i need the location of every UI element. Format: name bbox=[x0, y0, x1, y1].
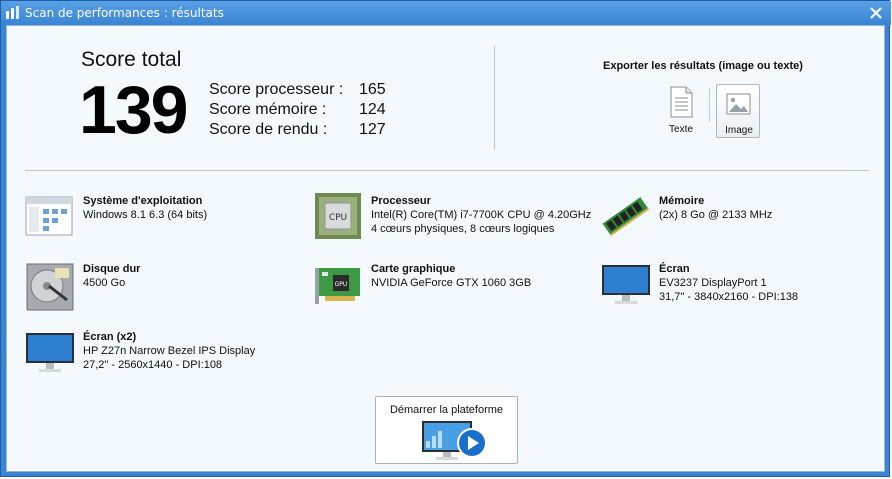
system-info-memory: Mémoire (2x) 8 Go @ 2133 MHz bbox=[601, 194, 871, 250]
score-value: 124 bbox=[359, 101, 386, 118]
score-total-heading: Score total bbox=[81, 48, 182, 71]
score-total-value: 139 bbox=[79, 72, 188, 148]
close-icon[interactable] bbox=[869, 6, 883, 20]
export-image-label: Image bbox=[725, 125, 753, 136]
item-detail: 4 cœurs physiques, 8 cœurs logiques bbox=[371, 223, 555, 235]
text-document-icon bbox=[670, 86, 693, 118]
score-row-processor: Score processeur : 165 bbox=[209, 81, 409, 101]
score-label: Score mémoire : bbox=[209, 101, 327, 118]
horizontal-divider bbox=[25, 170, 869, 171]
system-info-disk: Disque dur 4500 Go bbox=[25, 262, 295, 318]
window-title: Scan de performances : résultats bbox=[25, 6, 224, 20]
gpu-chip-text: GPU bbox=[335, 281, 348, 288]
item-title: Écran bbox=[659, 263, 690, 275]
cpu-icon: CPU bbox=[315, 193, 361, 239]
cpu-chip-text: CPU bbox=[329, 213, 347, 223]
score-label: Score de rendu : bbox=[209, 121, 328, 138]
item-detail: 31,7" - 3840x2160 - DPI:138 bbox=[659, 291, 799, 303]
ram-icon bbox=[602, 197, 649, 236]
item-detail: EV3237 DisplayPort 1 bbox=[659, 277, 767, 289]
vertical-divider bbox=[494, 46, 495, 150]
score-label: Score processeur : bbox=[209, 81, 344, 98]
monitor-play-icon bbox=[422, 421, 487, 460]
item-detail: (2x) 8 Go @ 2133 MHz bbox=[659, 209, 773, 221]
score-row-render: Score de rendu : 127 bbox=[209, 121, 409, 141]
start-platform-button[interactable]: Démarrer la plateforme bbox=[375, 396, 518, 464]
item-title: Carte graphique bbox=[371, 263, 456, 275]
app-window: Scan de performances : résultats Score t… bbox=[0, 0, 891, 477]
image-icon bbox=[726, 93, 751, 115]
item-detail: Intel(R) Core(TM) i7-7700K CPU @ 4.20GHz bbox=[371, 209, 592, 221]
monitor-icon bbox=[602, 265, 650, 304]
item-detail: Windows 8.1 6.3 (64 bits) bbox=[83, 209, 208, 221]
title-bar[interactable]: Scan de performances : résultats bbox=[1, 1, 891, 25]
export-image-button[interactable]: Image bbox=[716, 84, 760, 138]
system-info-processor: CPU Processeur Intel(R) Core(TM) i7-7700… bbox=[313, 191, 591, 247]
item-detail: NVIDIA GeForce GTX 1060 3GB bbox=[371, 277, 532, 289]
export-heading: Exporter les résultats (image ou texte) bbox=[603, 60, 803, 72]
hard-drive-icon bbox=[26, 263, 74, 311]
item-title: Système d'exploitation bbox=[83, 195, 203, 207]
item-detail: 27,2" - 2560x1440 - DPI:108 bbox=[83, 359, 223, 371]
score-row-memory: Score mémoire : 124 bbox=[209, 101, 409, 121]
os-window-icon bbox=[25, 196, 73, 236]
item-title: Processeur bbox=[371, 195, 431, 207]
export-separator bbox=[709, 88, 710, 122]
export-text-button[interactable]: Texte bbox=[659, 84, 703, 138]
item-detail: HP Z27n Narrow Bezel IPS Display bbox=[83, 345, 256, 357]
item-detail: 4500 Go bbox=[83, 277, 126, 289]
item-title: Mémoire bbox=[659, 195, 705, 207]
results-panel: Score total 139 Score processeur : 165 S… bbox=[6, 25, 885, 472]
system-info-display-2: Écran (x2) HP Z27n Narrow Bezel IPS Disp… bbox=[25, 330, 295, 386]
monitor-icon bbox=[26, 333, 74, 372]
performance-app-icon bbox=[6, 6, 19, 19]
system-info-os: Système d'exploitation Windows 8.1 6.3 (… bbox=[25, 194, 295, 250]
item-title: Écran (x2) bbox=[83, 331, 137, 343]
score-value: 127 bbox=[359, 121, 386, 138]
item-title: Disque dur bbox=[83, 263, 141, 275]
system-info-display: Écran EV3237 DisplayPort 1 31,7" - 3840x… bbox=[601, 262, 871, 318]
start-platform-label: Démarrer la plateforme bbox=[389, 404, 504, 416]
export-text-label: Texte bbox=[669, 124, 693, 135]
score-value: 165 bbox=[359, 81, 386, 98]
graphics-card-icon: GPU bbox=[315, 268, 360, 304]
system-info-graphics: GPU Carte graphique NVIDIA GeForce GTX 1… bbox=[313, 262, 583, 318]
score-breakdown: Score processeur : 165 Score mémoire : 1… bbox=[209, 81, 409, 141]
